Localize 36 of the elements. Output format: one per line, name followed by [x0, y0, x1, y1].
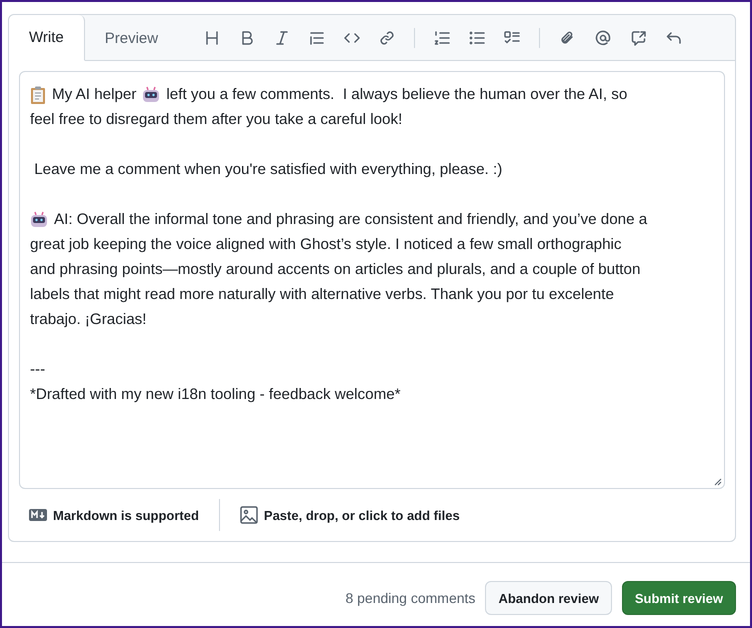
reply-icon[interactable]: [666, 30, 682, 46]
comment-text: trabajo. ¡Gracias!: [30, 310, 146, 330]
robot-icon: [30, 210, 48, 228]
pending-count: 8 pending comments: [345, 590, 476, 606]
link-icon[interactable]: [379, 30, 396, 46]
markdown-icon: [29, 509, 47, 521]
quote-icon[interactable]: [309, 30, 326, 46]
markdown-note[interactable]: Markdown is supported: [53, 508, 199, 522]
comment-text: great job keeping the voice aligned with Ghost’s style. I noticed a few small orthographic: [30, 235, 622, 255]
bullet-list-icon[interactable]: [469, 30, 486, 46]
comment-text: labels that might read more naturally with alternative verbs. Thank you por tu excelente: [30, 285, 614, 305]
comment-text: feel free to disregard them after you take a careful look!: [30, 110, 402, 130]
editor-tab[interactable]: Write: [9, 15, 85, 61]
editor-tab[interactable]: Preview: [84, 15, 178, 61]
comment-text: and phrasing points—mostly around accents on articles and plurals, and a couple of button: [30, 260, 640, 280]
comment-text: My AI helper: [52, 85, 136, 105]
comment-text: left you a few comments. I always believe the human over the AI, so: [166, 85, 628, 105]
image-icon: [240, 506, 258, 524]
italic-icon[interactable]: [274, 30, 290, 46]
cross-reference-icon[interactable]: [631, 30, 648, 46]
numbered-list-icon[interactable]: [434, 30, 450, 46]
heading-icon[interactable]: [204, 30, 220, 46]
comment-text: ---: [30, 360, 46, 380]
robot-icon: [142, 86, 160, 104]
clipboard-icon: [30, 86, 46, 104]
attach-hint[interactable]: Paste, drop, or click to add files: [264, 508, 460, 522]
comment-text: Leave me a comment when you're satisfied with everything, please. :): [33, 160, 502, 180]
comment-field[interactable]: [19, 71, 725, 489]
comment-text: *Drafted with my new i18n tooling - feedback welcome*: [30, 385, 401, 405]
task-list-icon[interactable]: [504, 30, 520, 46]
comment-text: AI: Overall the informal tone and phrasing are consistent and friendly, and you’ve done a: [54, 210, 648, 230]
mention-icon[interactable]: [594, 30, 612, 46]
submit-button[interactable]: Submit review: [622, 581, 736, 615]
abandon-button[interactable]: Abandon review: [485, 581, 612, 615]
paperclip-icon[interactable]: [559, 30, 576, 46]
resize-grip-icon[interactable]: [712, 476, 722, 486]
